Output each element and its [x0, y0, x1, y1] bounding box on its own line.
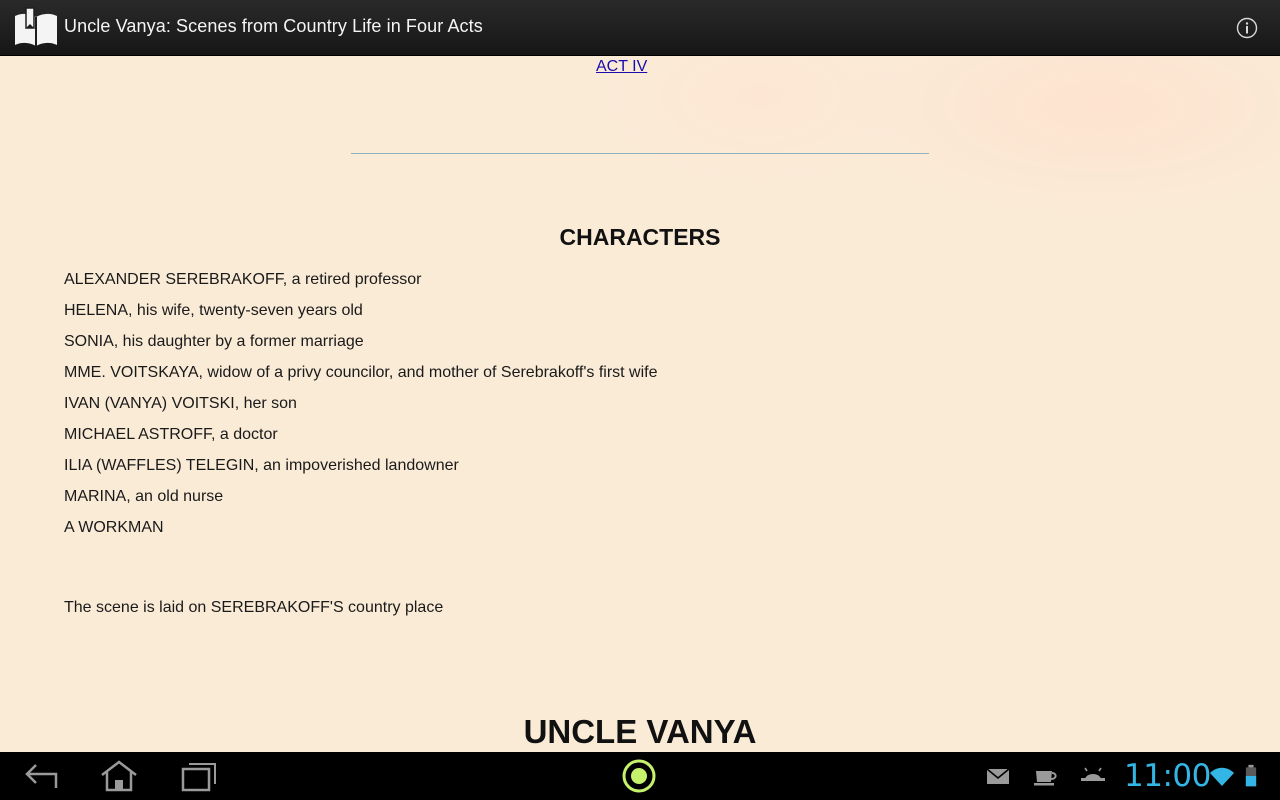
battery-icon: [1245, 764, 1257, 787]
characters-list: ALEXANDER SEREBRAKOFF, a retired profess…: [64, 270, 658, 549]
characters-heading: CHARACTERS: [559, 224, 721, 250]
app-title: Uncle Vanya: Scenes from Country Life in…: [64, 16, 483, 36]
character-entry: MME. VOITSKAYA, widow of a privy council…: [64, 364, 658, 381]
act-iv-link[interactable]: ACT IV: [596, 58, 647, 76]
book-content[interactable]: ACT IV CHARACTERS ALEXANDER SEREBRAKOFF,…: [0, 56, 1280, 752]
action-bar: Uncle Vanya: Scenes from Country Life in…: [0, 0, 1280, 56]
character-entry: HELENA, his wife, twenty-seven years old: [64, 302, 363, 319]
wifi-icon: [1210, 767, 1234, 786]
scene-note: The scene is laid on SEREBRAKOFF'S count…: [64, 599, 444, 616]
coffee-cup-icon: [1034, 771, 1057, 786]
book-icon[interactable]: [13, 7, 59, 49]
system-nav-bar: 11:00: [0, 752, 1280, 800]
info-icon[interactable]: [1236, 17, 1258, 39]
play-title: UNCLE VANYA: [523, 713, 757, 750]
character-entry: IVAN (VANYA) VOITSKI, her son: [64, 395, 297, 412]
mail-icon: [986, 768, 1010, 784]
launcher-dot-icon[interactable]: [617, 758, 661, 794]
character-entry: MICHAEL ASTROFF, a doctor: [64, 426, 278, 443]
character-entry: ILIA (WAFFLES) TELEGIN, an impoverished …: [64, 457, 459, 474]
back-icon[interactable]: [20, 758, 64, 794]
status-clock: 11:00: [1124, 758, 1211, 794]
android-debug-icon: [1081, 767, 1105, 781]
character-entry: SONIA, his daughter by a former marriage: [64, 333, 364, 350]
character-entry: MARINA, an old nurse: [64, 488, 224, 505]
section-divider: [351, 153, 929, 154]
home-icon[interactable]: [97, 758, 141, 794]
character-entry: ALEXANDER SEREBRAKOFF, a retired profess…: [64, 271, 422, 288]
recent-apps-icon[interactable]: [177, 758, 221, 794]
character-entry: A WORKMAN: [64, 519, 164, 536]
